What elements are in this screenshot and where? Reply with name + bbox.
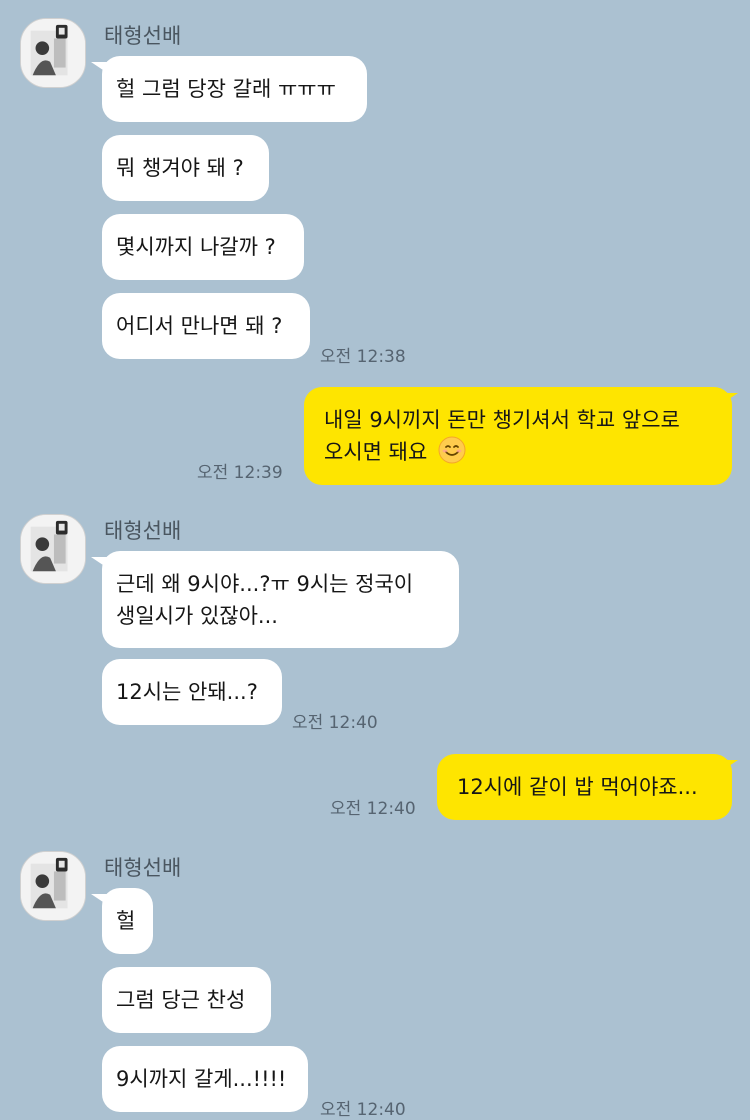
message-text: 헐 <box>116 909 136 933</box>
avatar-photo-icon <box>21 515 85 583</box>
message-bubble[interactable]: 12시에 같이 밥 먹어야죠... <box>437 754 732 820</box>
message-text: 헐 그럼 당장 갈래 ㅠㅠㅠ <box>116 77 336 101</box>
message-text: 몇시까지 나갈까 ? <box>116 235 276 259</box>
message-bubble[interactable]: 9시까지 갈게...!!!! <box>102 1046 308 1112</box>
message-bubble[interactable]: 그럼 당근 찬성 <box>102 967 271 1033</box>
message-text: 내일 9시끼지 돈만 챙기셔서 학교 앞으로 <box>324 408 680 432</box>
message-bubble[interactable]: 어디서 만나면 돼 ? <box>102 293 310 359</box>
avatar-photo-icon <box>21 19 85 87</box>
smiling-face-icon <box>438 436 466 464</box>
sender-avatar[interactable] <box>20 514 86 584</box>
sender-name: 태형선배 <box>104 856 182 880</box>
message-text: 근데 왜 9시야...?ㅠ 9시는 정국이 <box>116 572 414 596</box>
message-text: 생일시가 있잖아... <box>116 604 278 628</box>
message-text: 어디서 만나면 돼 ? <box>116 314 283 338</box>
message-timestamp: 오전 12:39 <box>197 463 283 483</box>
sender-avatar[interactable] <box>20 851 86 921</box>
message-bubble[interactable]: 뭐 챙겨야 돼 ? <box>102 135 269 201</box>
message-bubble[interactable]: 근데 왜 9시야...?ㅠ 9시는 정국이 생일시가 있잖아... <box>102 551 459 648</box>
message-text: 9시까지 갈게...!!!! <box>116 1067 287 1091</box>
message-timestamp: 오전 12:38 <box>320 347 406 367</box>
message-text-line: 오시면 돼요 <box>324 436 718 468</box>
message-bubble[interactable]: 12시는 안돼...? <box>102 659 282 725</box>
message-timestamp: 오전 12:40 <box>320 1100 406 1120</box>
message-bubble[interactable]: 헐 그럼 당장 갈래 ㅠㅠㅠ <box>102 56 367 122</box>
sender-name: 태형선배 <box>104 24 182 48</box>
sender-avatar[interactable] <box>20 18 86 88</box>
message-text: 뭐 챙겨야 돼 ? <box>116 156 244 180</box>
message-timestamp: 오전 12:40 <box>292 713 378 733</box>
message-text: 12시에 같이 밥 먹어야죠... <box>457 775 698 799</box>
avatar-photo-icon <box>21 852 85 920</box>
chat-thread: 태형선배 헐 그럼 당장 갈래 ㅠㅠㅠ 뭐 챙겨야 돼 ? 몇시까지 나갈까 ?… <box>0 0 750 1120</box>
message-text: 그럼 당근 찬성 <box>116 988 246 1012</box>
message-bubble[interactable]: 헐 <box>102 888 153 954</box>
message-bubble[interactable]: 내일 9시끼지 돈만 챙기셔서 학교 앞으로 오시면 돼요 <box>304 387 732 485</box>
message-timestamp: 오전 12:40 <box>330 799 416 819</box>
message-text: 오시면 돼요 <box>324 440 428 464</box>
sender-name: 태형선배 <box>104 519 182 543</box>
message-text: 12시는 안돼...? <box>116 680 258 704</box>
message-bubble[interactable]: 몇시까지 나갈까 ? <box>102 214 304 280</box>
